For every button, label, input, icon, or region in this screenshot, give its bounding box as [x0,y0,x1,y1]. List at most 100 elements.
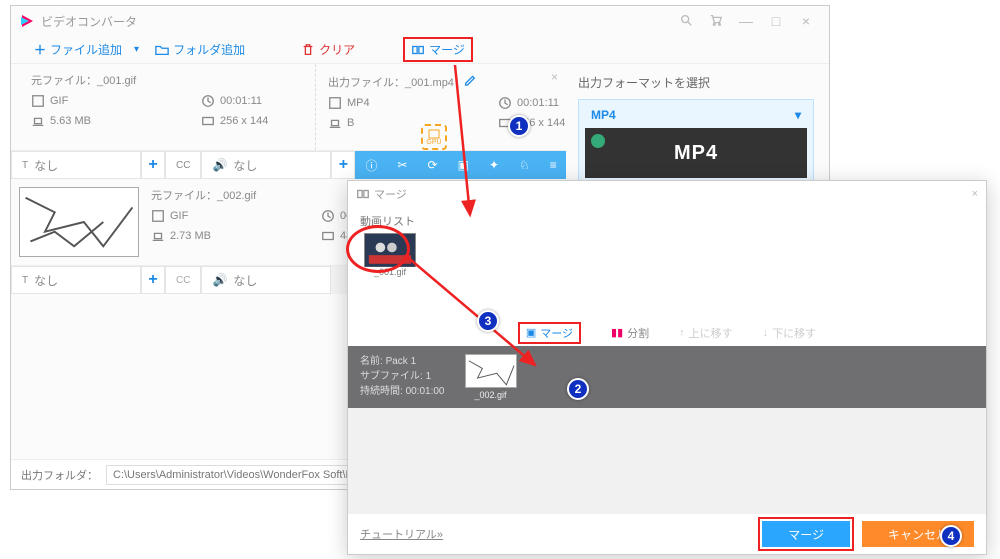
merge-ops-bar: ▣ マージ ▮▮ 分割 ↑ 上に移す ↓ 下に移す [348,320,986,346]
merge-button[interactable]: マージ [403,37,473,62]
pack-name: Pack 1 [386,356,417,367]
op-split-button[interactable]: ▮▮ 分割 [611,325,649,341]
cut-button[interactable]: ✂ [387,151,417,179]
dialog-title-bar: マージ × [348,181,986,207]
edit-icon[interactable] [463,72,477,86]
subtitle-select[interactable]: Tなし [11,151,141,179]
add-subtitle-button[interactable]: + [141,151,165,179]
remove-file-button[interactable]: × [551,70,558,84]
gpu-badge[interactable]: GPU [421,124,447,150]
op-move-down-button[interactable]: ↓ 下に移す [763,325,817,341]
pack-area: 名前: Pack 1 サブファイル: 1 持続時間: 00:01:00 _002… [348,346,986,408]
out-size: B [347,117,354,129]
trash-icon [301,43,315,57]
video-item-name: _001.gif [364,267,416,277]
callout-3: 3 [477,310,499,332]
format-selector[interactable]: MP4▾ MP4 [578,99,814,185]
op-split-label: 分割 [627,325,649,341]
format-icon [151,209,165,223]
video-list-item[interactable]: _001.gif [364,233,416,277]
src-size: 2.73 MB [170,230,211,242]
audio-value: なし [233,272,257,289]
file-card: 元ファイル：_001.gif GIF 00:01:11 5.63 MB 256 … [11,64,566,151]
src-dims: 256 x 144 [220,115,268,127]
op-merge-button[interactable]: ▣ マージ [518,322,581,344]
subtitle-select[interactable]: Tなし [11,266,141,294]
audio-select[interactable]: 🔊なし [201,151,331,179]
add-subtitle-button[interactable]: + [141,266,165,294]
app-title: ビデオコンバータ [41,13,137,30]
search-icon[interactable] [671,13,701,30]
src-file-label: 元ファイル： [151,190,217,202]
op-down-label: 下に移す [772,325,816,341]
plus-icon: ＋ [34,41,46,58]
merge-icon [411,43,425,57]
pack-duration: 00:01:00 [406,386,445,397]
cc-button[interactable]: CC [165,151,201,179]
watermark-button[interactable]: ♘ [509,151,540,179]
cc-button[interactable]: CC [165,266,201,294]
out-duration: 00:01:11 [517,97,559,109]
add-folder-button[interactable]: フォルダ追加 [147,37,253,62]
close-button[interactable]: × [791,13,821,29]
src-file-name: _002.gif [217,190,256,202]
title-bar: ビデオコンバータ — □ × [11,6,829,36]
dialog-title: マージ [374,186,407,202]
format-icon [31,94,45,108]
format-icon [328,96,342,110]
callout-4: 4 [940,525,962,547]
rotate-button[interactable]: ⟳ [418,151,448,179]
clock-icon [321,209,335,223]
cart-icon[interactable] [701,13,731,30]
op-merge-label: マージ [540,325,573,341]
dialog-merge-button[interactable]: マージ [762,521,850,547]
output-format-title: 出力フォーマットを選択 [578,74,814,91]
subtitle-value: なし [34,272,58,289]
arrow-down-icon: ↓ [763,327,769,339]
info-button[interactable]: ⓘ [355,151,387,179]
add-audio-button[interactable]: + [331,151,355,179]
src-format: GIF [50,95,68,107]
merge-dialog: マージ × 動画リスト _001.gif ▣ マージ ▮▮ 分割 ↑ 上に移す … [347,180,987,555]
chevron-down-icon: ▾ [795,108,801,122]
size-icon [31,114,45,128]
folder-icon [155,43,169,57]
video-list-label: 動画リスト [360,213,974,229]
pack-subfiles: 1 [426,371,432,382]
app-logo-icon [19,13,35,29]
toolbar: ＋ ファイル追加 ▾ フォルダ追加 クリア マージ [11,36,829,64]
merge-label: マージ [429,41,465,58]
src-file-name: _001.gif [97,75,136,87]
op-move-up-button[interactable]: ↑ 上に移す [679,325,733,341]
crop-button[interactable]: ▣ [448,151,479,179]
src-duration: 00:01:11 [220,95,262,107]
op-up-label: 上に移す [689,325,733,341]
pack-item[interactable]: _002.gif [465,354,517,400]
clear-label: クリア [319,41,355,58]
out-file-label: 出力ファイル： [328,77,405,89]
format-tile: MP4 [585,128,807,178]
size-icon [151,229,165,243]
tutorial-link[interactable]: チュートリアル» [360,526,443,542]
dialog-close-button[interactable]: × [972,188,978,200]
clear-button[interactable]: クリア [293,37,363,62]
dialog-footer: チュートリアル» マージ キャンセル [348,514,986,554]
file-thumbnail[interactable] [19,187,139,257]
effects-button[interactable]: ✦ [479,151,509,179]
merge-icon [356,187,370,201]
settings-button[interactable]: ≡ [540,151,567,179]
add-file-caret-icon[interactable]: ▾ [134,44,139,55]
dims-icon [201,114,215,128]
file-action-strip: Tなし + CC 🔊なし + ⓘ ✂ ⟳ ▣ ✦ ♘ ≡ [11,151,566,179]
add-file-label: ファイル追加 [50,41,122,58]
clock-icon [498,96,512,110]
maximize-button[interactable]: □ [761,13,791,29]
minimize-button[interactable]: — [731,13,761,29]
pack-item-name: _002.gif [465,390,517,400]
callout-2: 2 [567,378,589,400]
add-file-button[interactable]: ＋ ファイル追加 [26,37,130,62]
video-list-area: 動画リスト _001.gif [348,207,986,320]
merge-icon: ▣ [526,326,536,339]
out-file-name: _001.mp4 [405,77,454,89]
audio-select[interactable]: 🔊なし [201,266,331,294]
